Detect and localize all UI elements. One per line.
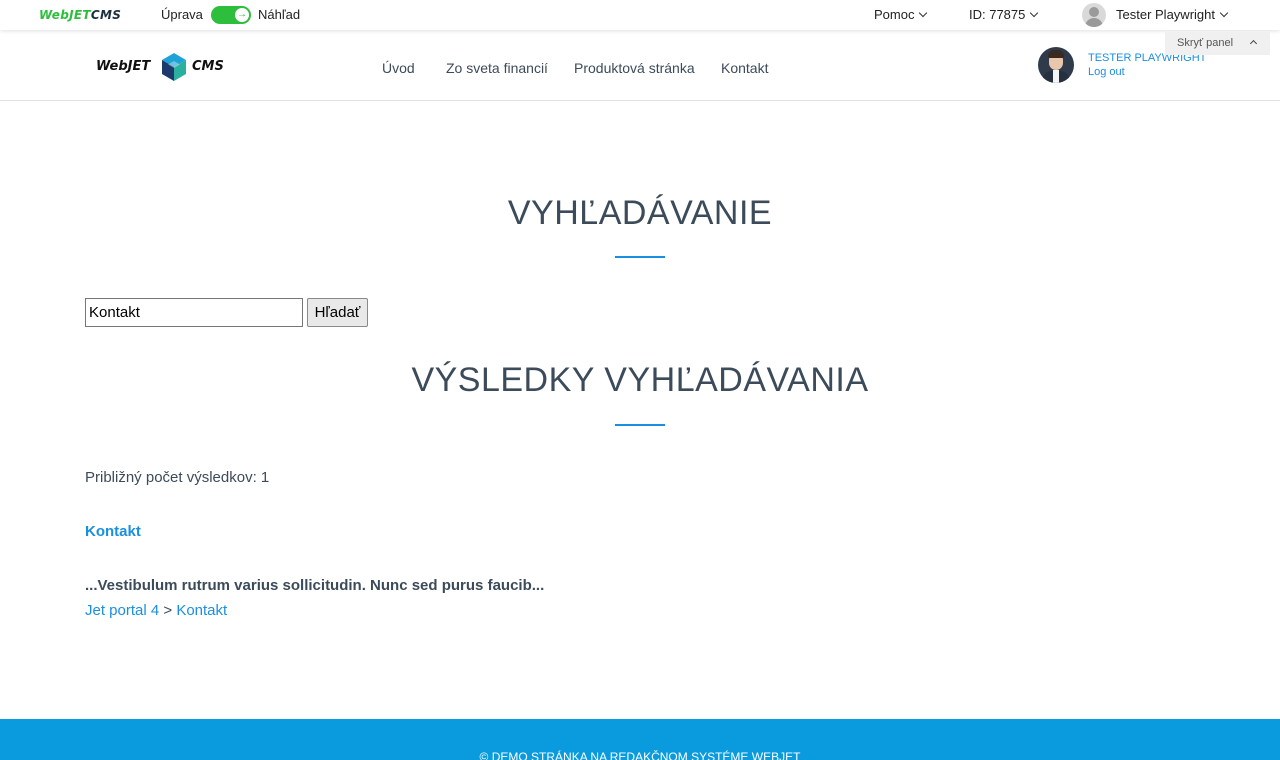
cms-admin-bar: WebJETCMS Úprava → Náhľad Pomoc ID: 7787… [0,0,1280,30]
breadcrumb-page-link[interactable]: Kontakt [176,602,227,619]
chevron-down-icon [919,8,928,18]
user-icon[interactable] [1082,3,1106,27]
breadcrumb-separator: > [163,602,173,619]
results-title: VÝSLEDKY VYHĽADÁVANIA [411,361,869,399]
breadcrumb-root-link[interactable]: Jet portal 4 [85,602,159,619]
title-underline [615,256,665,258]
page-id-dropdown[interactable]: ID: 77875 [969,7,1039,22]
results-count: Približný počet výsledkov: 1 [85,469,270,486]
preview-toggle[interactable]: → [211,6,251,24]
logout-link[interactable]: Log out [1088,66,1125,78]
arrow-right-icon: → [235,8,249,22]
help-label: Pomoc [874,7,915,22]
avatar[interactable] [1038,47,1074,83]
site-footer: © DEMO STRÁNKA NA REDAKČNOM SYSTÉME WEBJ… [0,719,1280,760]
user-dropdown[interactable]: Tester Playwright [1116,7,1229,22]
breadcrumb: Jet portal 4 > Kontakt [85,602,227,619]
result-snippet: ...Vestibulum rutrum varius sollicitudin… [85,577,545,594]
hide-panel-label: Skryť panel [1177,37,1234,49]
user-dropdown-label: Tester Playwright [1116,7,1215,22]
nav-zo-sveta-financii[interactable]: Zo sveta financií [446,60,548,76]
result-title-link[interactable]: Kontakt [85,523,141,540]
page-title: VYHĽADÁVANIE [507,194,773,232]
nav-kontakt[interactable]: Kontakt [721,60,768,76]
nav-produktova-stranka[interactable]: Produktová stránka [574,60,695,76]
mode-edit-label: Úprava [161,7,203,22]
search-input[interactable] [85,298,303,327]
hide-panel-button[interactable]: Skryť panel [1165,31,1270,55]
nav-uvod[interactable]: Úvod [382,60,415,76]
mode-preview-label: Náhľad [258,7,301,22]
page-id-label: ID: 77875 [969,7,1026,22]
cms-logo[interactable]: WebJETCMS [39,8,121,22]
chevron-down-icon [1030,8,1039,18]
site-logo-text-right: CMS [192,59,224,74]
cube-logo-icon [162,53,186,81]
site-logo-text-left: WebJET [96,59,151,74]
site-header: WebJET CMS Úvod Zo sveta financií Produk… [0,30,1280,101]
results-title-underline [615,424,665,426]
cms-logo-text: WebJET [39,8,91,22]
cms-logo-text-cms: CMS [90,8,122,22]
help-dropdown[interactable]: Pomoc [874,7,928,22]
chevron-up-icon [1249,39,1258,48]
search-button[interactable]: Hľadať [307,298,368,327]
chevron-down-icon [1219,8,1229,18]
footer-copyright: © DEMO STRÁNKA NA REDAKČNOM SYSTÉME WEBJ… [479,750,801,760]
